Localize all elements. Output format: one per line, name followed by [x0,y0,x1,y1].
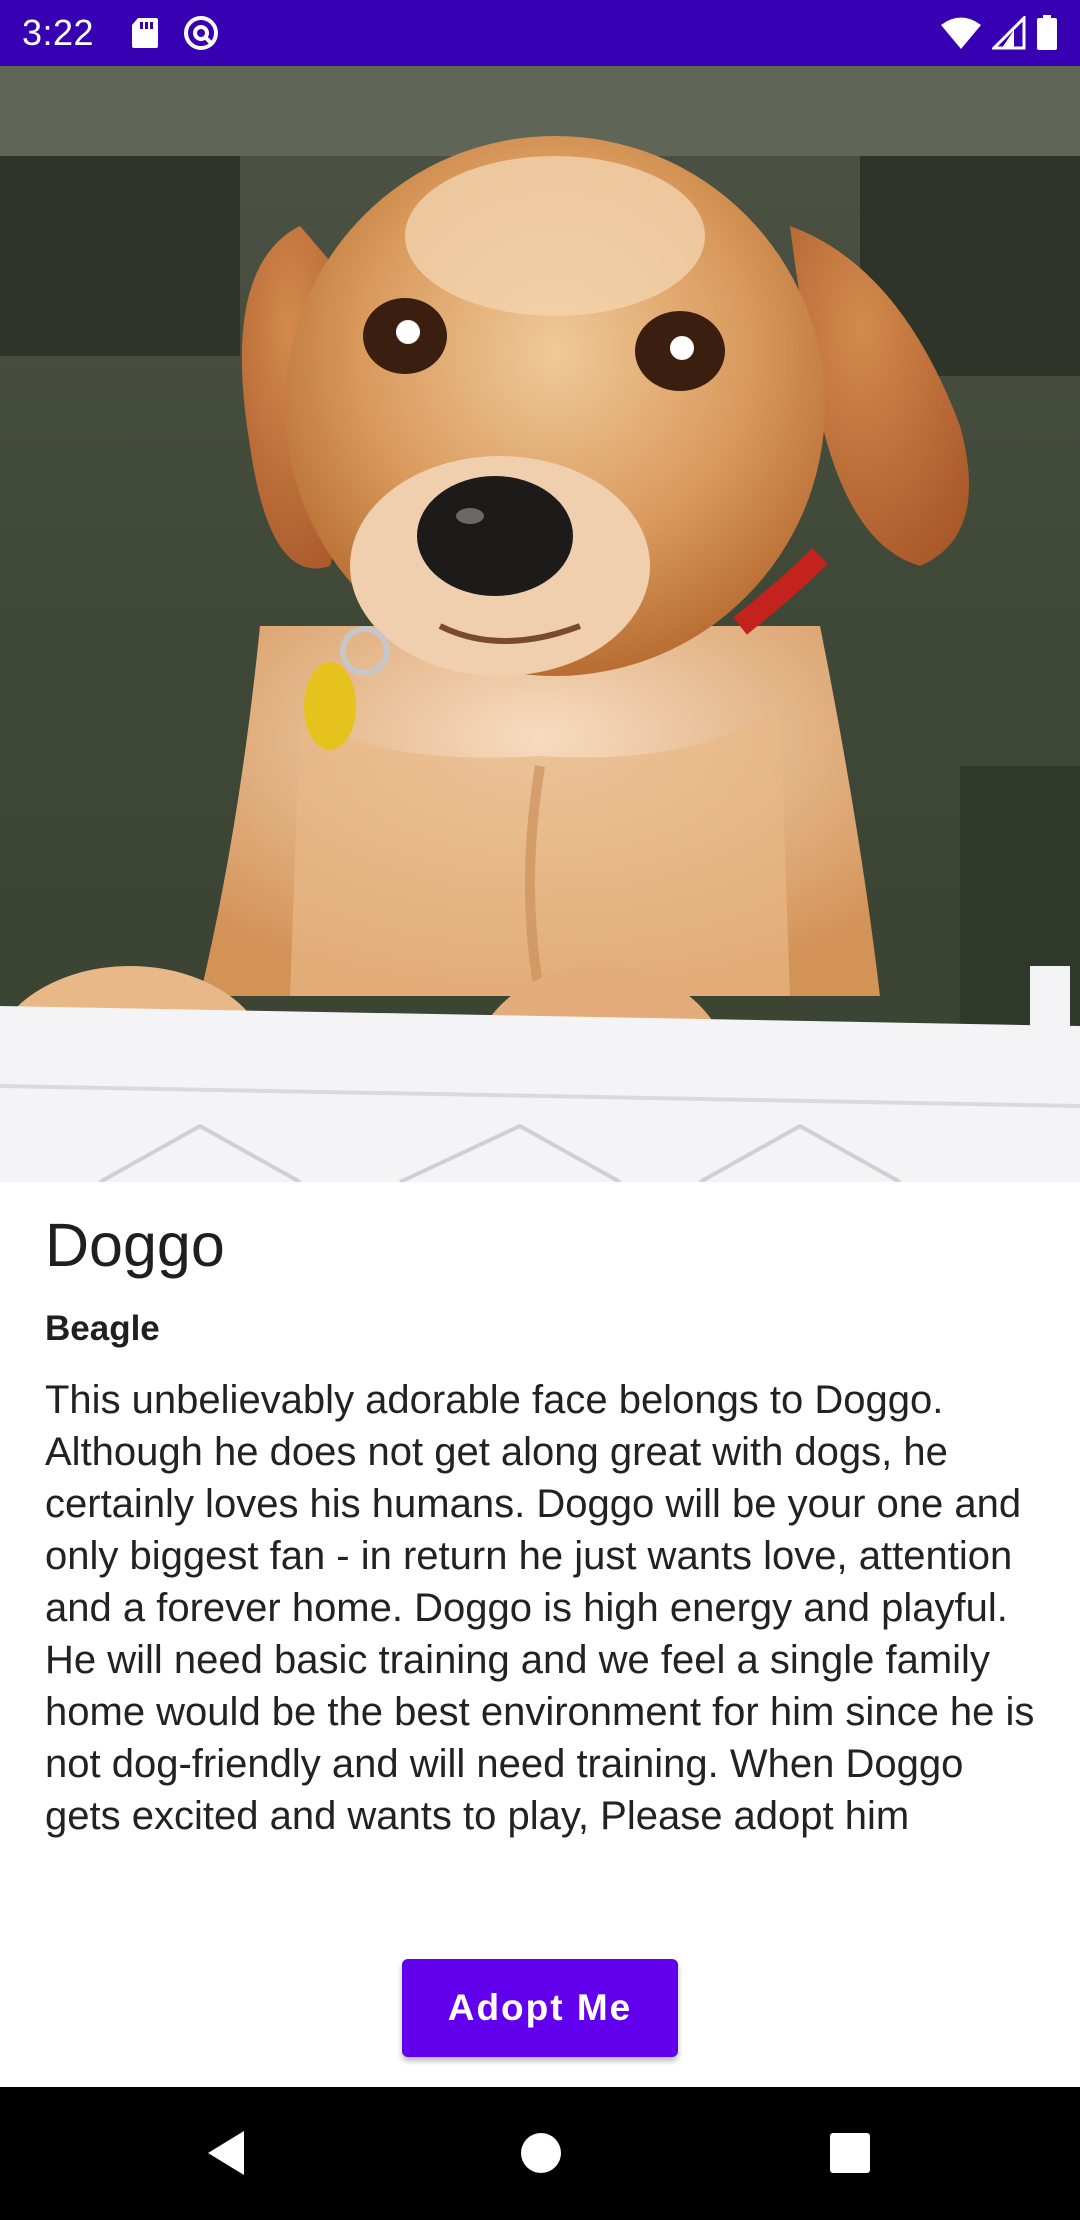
sync-icon [182,14,220,52]
navigation-bar [0,2087,1080,2220]
signal-icon [992,16,1026,50]
wifi-icon [940,16,982,50]
battery-icon [1036,15,1058,51]
pet-description: This unbelievably adorable face belongs … [45,1378,1035,1838]
dog-photo-illustration [0,66,1080,1182]
recents-icon[interactable] [828,2129,872,2182]
pet-details: Doggo Beagle This unbelievably adorable … [45,1182,1035,1842]
status-bar: 3:22 [0,0,1080,66]
status-notification-icons [130,14,220,52]
pet-photo [0,66,1080,1182]
home-icon[interactable] [519,2129,563,2182]
status-system-icons [940,15,1058,51]
sd-card-icon [130,16,160,50]
adopt-me-button[interactable]: Adopt Me [402,1959,678,2057]
status-time: 3:22 [22,12,95,53]
pet-breed: Beagle [45,1309,160,1348]
pet-name: Doggo [45,1211,225,1279]
back-icon[interactable] [204,2129,248,2182]
